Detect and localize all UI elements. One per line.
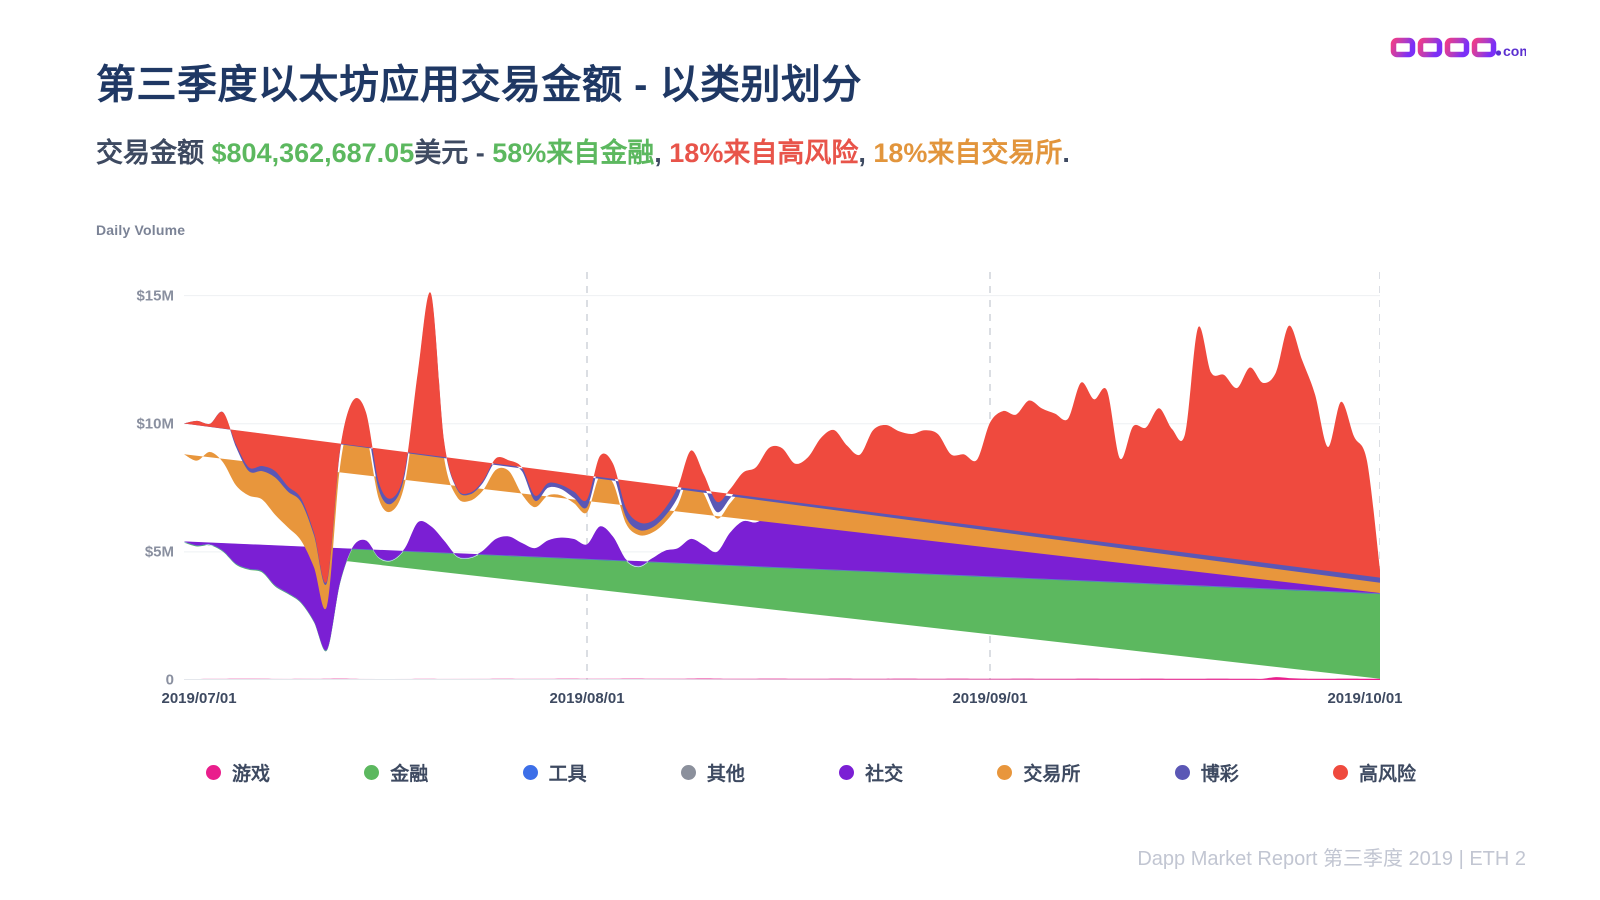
- page-title: 第三季度以太坊应用交易金额 - 以类别划分: [96, 63, 863, 107]
- dapp-logo-icon: com: [1390, 22, 1526, 66]
- dapp-logo: com: [1388, 22, 1526, 66]
- svg-text:com: com: [1503, 43, 1526, 59]
- footer-text: Dapp Market Report 第三季度 2019 | ETH 2: [1137, 848, 1526, 870]
- legend-color-swatch-icon: [1174, 764, 1190, 780]
- legend-color-swatch-icon: [680, 764, 696, 780]
- legend-item-其他[interactable]: 其他: [680, 759, 839, 786]
- subtitle-comma-1: ,: [654, 138, 670, 168]
- subtitle-period: .: [1062, 138, 1070, 168]
- chart-legend: 游戏 金融 工具 其他 社交 交易所 博彩 高风险: [96, 755, 1416, 789]
- legend-item-金融[interactable]: 金融: [364, 759, 522, 786]
- slide-root: com 第三季度以太坊应用交易金额 - 以类别划分 交易金额 $804,362,…: [0, 0, 1600, 900]
- legend-item-label: 高风险: [1358, 763, 1416, 785]
- x-axis-tick-label: 2019/08/01: [549, 690, 625, 707]
- legend-color-swatch-icon: [997, 764, 1013, 780]
- subtitle-stat-finance: 58%来自金融: [492, 138, 655, 168]
- legend-color-swatch-icon: [1332, 764, 1348, 780]
- subtitle-stat-exchange: 18%来自交易所: [873, 138, 1063, 168]
- legend-color-swatch-icon: [839, 764, 855, 780]
- subtitle-separator: -: [468, 138, 493, 168]
- x-axis-tick-label: 2019/09/01: [952, 690, 1028, 707]
- legend-item-label: 工具: [548, 763, 587, 785]
- x-axis-tick-label: 2019/07/01: [161, 690, 237, 707]
- legend-item-游戏[interactable]: 游戏: [206, 759, 364, 786]
- x-axis-ticks: 2019/07/01 2019/08/01 2019/09/01 2019/10/01: [161, 690, 1402, 720]
- legend-item-工具[interactable]: 工具: [522, 759, 681, 786]
- y-axis-tick-label: 0: [165, 671, 174, 689]
- y-axis-title: Daily Volume: [96, 222, 186, 238]
- legend-item-label: 金融: [390, 763, 429, 785]
- chart-plot-area: [184, 270, 1380, 680]
- legend-item-label: 其他: [706, 763, 745, 785]
- x-axis-tick-label: 2019/10/01: [1327, 690, 1403, 707]
- chart-svg: [184, 270, 1380, 680]
- subtitle-lead: 交易金额: [96, 138, 212, 168]
- legend-item-高风险[interactable]: 高风险: [1332, 759, 1416, 786]
- page-subtitle: 交易金额 $804,362,687.05美元 - 58%来自金融, 18%来自高…: [96, 131, 1070, 170]
- legend-item-社交[interactable]: 社交: [839, 759, 997, 786]
- legend-color-swatch-icon: [206, 764, 221, 780]
- legend-item-label: 游戏: [232, 763, 271, 785]
- legend-item-交易所[interactable]: 交易所: [997, 759, 1174, 786]
- subtitle-stat-highrisk: 18%来自高风险: [669, 138, 859, 168]
- subtitle-amount: $804,362,687.05: [211, 138, 415, 168]
- legend-item-label: 博彩: [1200, 763, 1239, 785]
- y-axis-ticks: 0 $5M $10M $15M: [96, 270, 184, 688]
- y-axis-tick-label: $15M: [136, 287, 174, 305]
- y-axis-tick-label: $5M: [144, 543, 174, 561]
- y-axis-tick-label: $10M: [136, 415, 174, 433]
- legend-item-label: 交易所: [1023, 763, 1081, 785]
- subtitle-comma-2: ,: [858, 138, 874, 168]
- legend-item-label: 社交: [865, 763, 904, 785]
- subtitle-unit: 美元: [414, 138, 469, 168]
- legend-item-博彩[interactable]: 博彩: [1174, 759, 1333, 786]
- legend-color-swatch-icon: [522, 764, 538, 780]
- stacked-area-chart: 0 $5M $10M $15M 2019/07/01 2019/08/01 2019/09…: [96, 250, 1416, 707]
- legend-color-swatch-icon: [364, 764, 380, 780]
